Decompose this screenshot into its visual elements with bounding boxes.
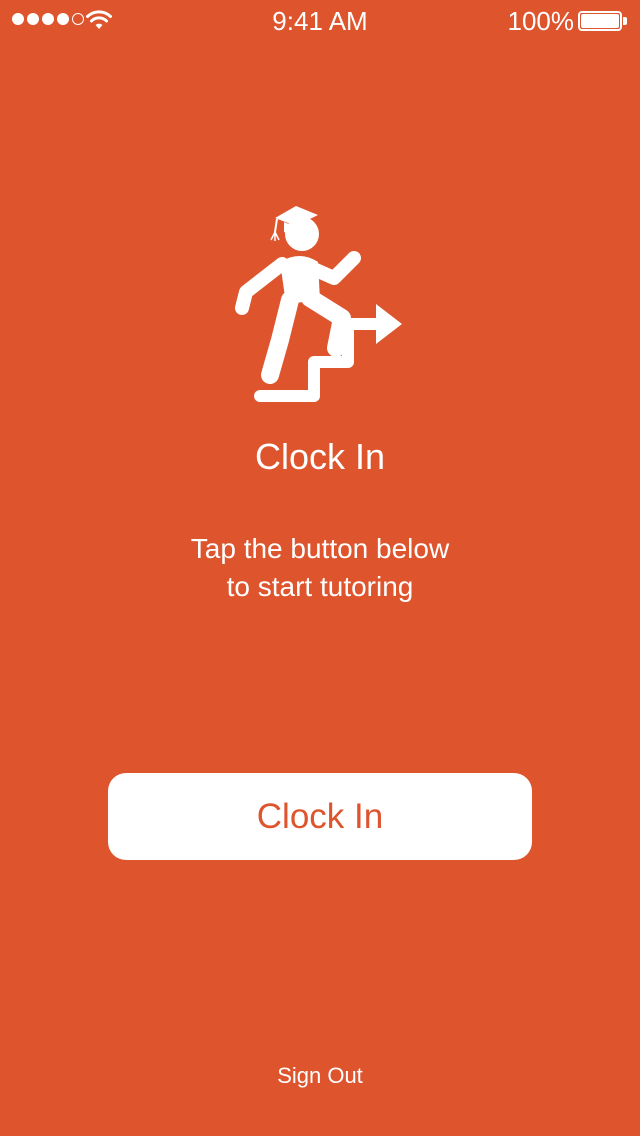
instruction-line-2: to start tutoring: [226, 571, 414, 602]
instruction-text: Tap the button below to start tutoring: [80, 530, 560, 606]
status-bar: 9:41 AM 100%: [0, 0, 640, 40]
battery-full-icon: [578, 11, 628, 31]
clock-in-button[interactable]: Clock In: [108, 773, 532, 860]
student-climbing-stairs-icon: [235, 206, 402, 402]
instruction-line-1: Tap the button below: [190, 533, 450, 564]
page-title: Clock In: [254, 436, 386, 477]
sign-out-link[interactable]: Sign Out: [0, 1062, 640, 1090]
battery-percentage: 100%: [507, 6, 575, 36]
